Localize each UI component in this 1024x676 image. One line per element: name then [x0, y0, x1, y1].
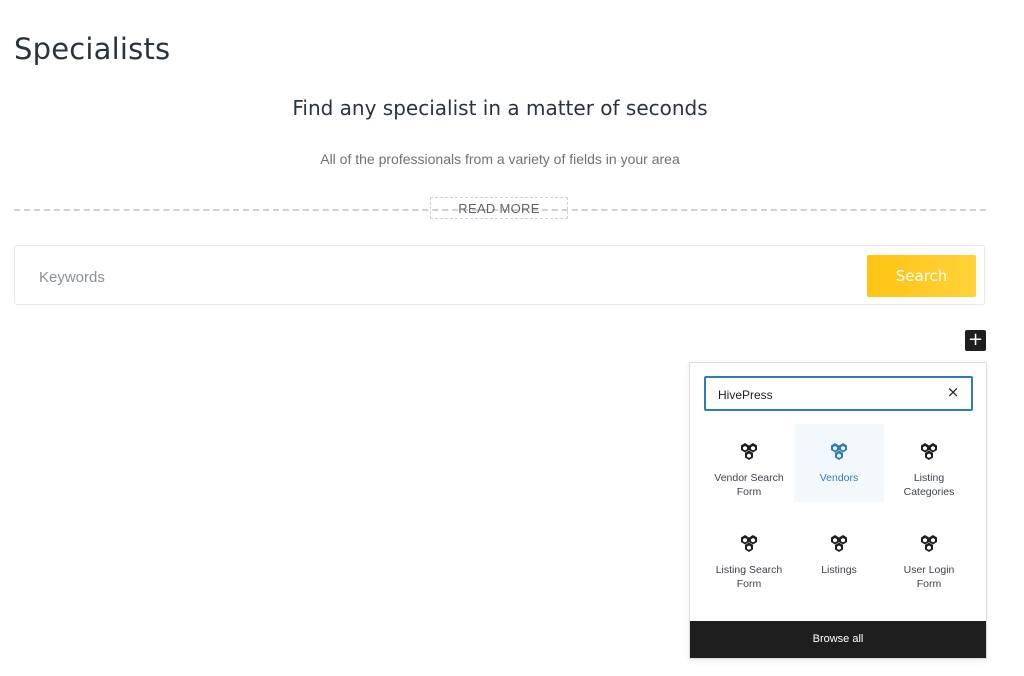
keywords-input[interactable] — [37, 260, 861, 294]
block-item-vendor-search-form[interactable]: Vendor Search Form — [704, 424, 794, 516]
hivepress-icon — [741, 535, 757, 552]
add-block-button[interactable]: + — [965, 330, 986, 351]
hivepress-icon — [831, 443, 847, 460]
block-item-user-login-form[interactable]: User Login Form — [884, 516, 974, 608]
block-label: Vendor Search Form — [714, 472, 784, 498]
block-item-vendors[interactable]: Vendors — [794, 424, 884, 502]
block-search-field[interactable]: × — [704, 376, 973, 411]
block-item-listing-categories[interactable]: Listing Categories — [884, 424, 974, 516]
subheadline: All of the professionals from a variety … — [320, 151, 680, 167]
search-button[interactable]: Search — [867, 255, 976, 297]
hivepress-icon — [921, 443, 937, 460]
hivepress-icon — [831, 535, 847, 552]
search-bar: Search — [14, 245, 985, 305]
read-more-button[interactable]: READ MORE — [430, 197, 568, 219]
block-label: Listing Search Form — [715, 564, 783, 590]
block-search-input[interactable] — [716, 378, 940, 411]
close-icon[interactable]: × — [945, 384, 961, 400]
page-title: Specialists — [14, 32, 171, 66]
browse-all-button[interactable]: Browse all — [690, 621, 986, 658]
block-item-listing-search-form[interactable]: Listing Search Form — [704, 516, 794, 608]
block-inserter-popover: × Vendor Search Form Vendors Listing Cat… — [689, 362, 987, 659]
hivepress-icon — [921, 535, 937, 552]
block-label: Listings — [821, 564, 857, 576]
block-item-listings[interactable]: Listings — [794, 516, 884, 608]
block-grid: Vendor Search Form Vendors Listing Categ… — [704, 424, 974, 608]
headline: Find any specialist in a matter of secon… — [292, 96, 708, 120]
block-label: User Login Form — [903, 564, 955, 590]
block-label: Vendors — [819, 472, 859, 484]
hivepress-icon — [741, 443, 757, 460]
block-label: Listing Categories — [903, 472, 955, 498]
